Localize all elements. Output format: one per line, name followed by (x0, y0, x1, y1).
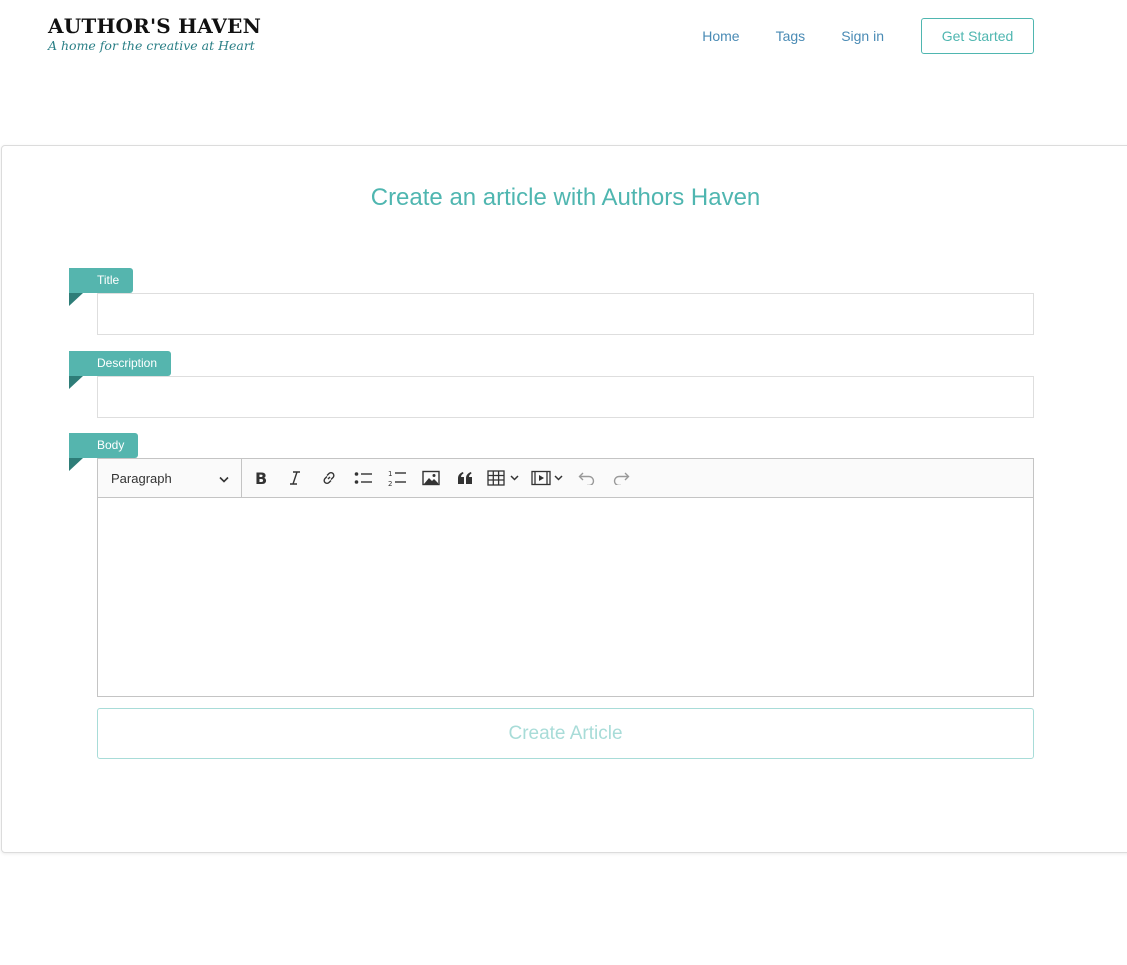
create-article-button[interactable]: Create Article (97, 708, 1034, 759)
editor-body[interactable] (98, 498, 1033, 696)
svg-text:B: B (255, 470, 267, 486)
svg-text:1: 1 (388, 470, 392, 478)
title-label-fold (69, 293, 83, 306)
bold-icon[interactable]: B (244, 459, 278, 497)
brand-name: AUTHOR'S HAVEN (48, 14, 262, 38)
redo-icon[interactable] (604, 459, 638, 497)
block-format-value: Paragraph (111, 470, 172, 486)
numbered-list-icon[interactable]: 12 (380, 459, 414, 497)
top-nav: Home Tags Sign in Get Started (702, 18, 1034, 54)
bulleted-list-icon[interactable] (346, 459, 380, 497)
nav-tags-link[interactable]: Tags (776, 28, 806, 44)
title-label: Title (69, 268, 134, 293)
body-label: Body (69, 433, 139, 458)
italic-icon[interactable] (278, 459, 312, 497)
get-started-button[interactable]: Get Started (921, 18, 1034, 54)
description-input[interactable] (97, 376, 1034, 418)
brand-logo[interactable]: AUTHOR'S HAVEN A home for the creative a… (48, 14, 261, 54)
block-format-dropdown[interactable]: Paragraph (98, 459, 242, 497)
quote-icon[interactable] (448, 459, 482, 497)
brand-tagline: A home for the creative at Heart (48, 38, 255, 53)
editor-toolbar: Paragraph B 12 (98, 459, 1033, 498)
chevron-down-icon (219, 471, 229, 486)
media-icon[interactable] (526, 459, 570, 497)
page-title: Create an article with Authors Haven (370, 184, 761, 211)
description-label-fold (69, 376, 83, 389)
description-label: Description (69, 351, 172, 376)
rich-text-editor: Paragraph B 12 (97, 458, 1034, 697)
table-icon[interactable] (482, 459, 526, 497)
nav-home-link[interactable]: Home (702, 28, 739, 44)
nav-sign-in-link[interactable]: Sign in (841, 28, 884, 44)
image-icon[interactable] (414, 459, 448, 497)
body-label-fold (69, 458, 83, 471)
link-icon[interactable] (312, 459, 346, 497)
create-article-card: Create an article with Authors Haven Tit… (1, 145, 1127, 853)
svg-text:2: 2 (388, 480, 392, 487)
title-input[interactable] (97, 293, 1034, 335)
undo-icon[interactable] (570, 459, 604, 497)
